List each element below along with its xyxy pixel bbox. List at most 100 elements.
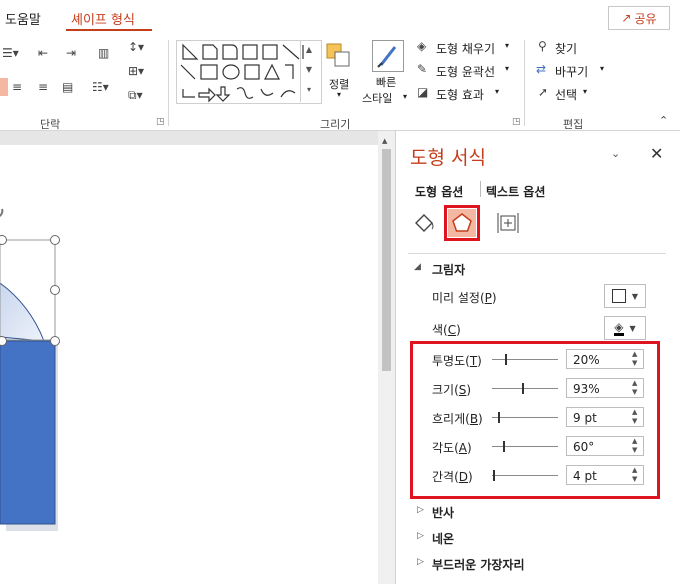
arrange-icon[interactable] [325,42,353,70]
group-label-editing: 편집 [563,118,584,131]
preset-dropdown[interactable]: ▼ [604,284,646,308]
shape-effects-dropdown[interactable]: ▾ [495,87,499,96]
paint-bucket-icon: ◈ [614,319,624,336]
gallery-scroll[interactable]: ▲ ▼ ▾ [300,40,317,102]
fill-line-icon[interactable] [412,211,436,235]
quick-styles-dropdown-icon[interactable]: ▾ [403,92,407,101]
share-icon: ↗ [621,11,632,25]
shadow-slider[interactable] [492,475,558,476]
color-dropdown[interactable]: ◈ ▼ [604,316,646,340]
spinner-arrows-icon[interactable]: ▲ ▼ [632,437,637,455]
tab-help[interactable]: 도움말 [5,9,41,28]
shadow-slider[interactable] [492,359,558,360]
decrease-indent-icon[interactable]: ⇤ [38,46,48,60]
pane-options-dropdown-icon[interactable]: ⌄ [611,147,620,160]
align-left-selected[interactable] [0,78,8,96]
increase-indent-icon[interactable]: ⇥ [66,46,76,60]
chevron-down-icon: ▼ [631,291,639,301]
divider [524,40,525,126]
paragraph-group: ☰▾ ⇤ ⇥ ▥ ↕▾ ⊞▾ ⧉▾ ≡ ≡ ▤ ☷▾ [0,40,168,110]
find-icon[interactable]: ⚲ [538,39,547,53]
spinner-arrows-icon[interactable]: ▲ ▼ [632,379,637,397]
justify-icon[interactable]: ▤ [62,80,73,94]
shape-outline-label[interactable]: 도형 윤곽선 [436,63,495,80]
chevron-down-icon: ▼ [629,323,636,333]
shape-outline-icon[interactable]: ✎ [417,62,427,76]
align-center-icon[interactable]: ≡ [12,80,22,94]
share-button[interactable]: ↗ 공유 [608,6,670,30]
glow-section-header[interactable]: 네온 [432,530,454,547]
drawing-launcher-icon[interactable]: ◳ [512,117,521,127]
shadow-row-label: 투명도(T) [432,354,482,368]
shape-fill-icon[interactable]: ◈ [417,39,426,53]
tab-shape-format[interactable]: 셰이프 형식 [71,9,135,28]
scroll-thumb[interactable] [382,149,391,371]
collapsed-chevron-icon[interactable]: ▷ [417,557,424,567]
vertical-scrollbar[interactable]: ▲ [378,131,395,584]
select-label[interactable]: 선택 [555,86,577,103]
share-label: 공유 [634,11,657,26]
spinner-arrows-icon[interactable]: ▲ ▼ [632,466,637,484]
collapse-ribbon-icon[interactable]: ⌃ [659,114,668,127]
scroll-up-icon[interactable]: ▲ [382,137,387,145]
quick-styles-label-2[interactable]: 스타일 [362,90,392,106]
arrange-icon-svg [326,43,350,67]
tab-text-options[interactable]: 텍스트 옵션 [486,183,545,200]
size-icon-svg [497,213,519,233]
columns-icon[interactable]: ▥ [98,46,109,60]
reflection-section-header[interactable]: 반사 [432,504,454,521]
slider-thumb[interactable] [493,470,495,481]
menu-bar: 도움말 셰이프 형식 ↗ 공유 [0,0,680,34]
quick-styles-icon[interactable] [372,40,404,72]
select-icon[interactable]: ➚ [538,85,548,99]
effects-icon[interactable] [448,209,476,237]
size-properties-icon[interactable] [496,211,520,235]
shadow-section-header[interactable]: 그림자 [432,261,465,278]
shape-outline-dropdown[interactable]: ▾ [505,64,509,73]
shape-fill-dropdown[interactable]: ▾ [505,41,509,50]
shadow-slider[interactable] [492,388,558,389]
align-text-icon[interactable]: ⊞▾ [128,64,144,78]
text-direction-icon[interactable]: ↕▾ [128,40,144,54]
quick-styles-label-1[interactable]: 빠른 [376,74,396,90]
smartart-icon[interactable]: ⧉▾ [128,88,143,103]
arrange-dropdown-icon[interactable]: ▾ [337,90,341,99]
shape-effects-icon[interactable]: ◪ [417,85,428,99]
align-right-icon[interactable]: ≡ [38,80,48,94]
paint-bucket-icon [415,214,434,232]
active-tab-underline [66,29,152,31]
pane-title: 도형 서식 [410,147,486,169]
collapsed-chevron-icon[interactable]: ▷ [417,505,424,515]
shape-effects-label[interactable]: 도형 효과 [436,86,484,103]
brush-icon [377,46,397,68]
spinner-arrows-icon[interactable]: ▲ ▼ [632,408,637,426]
slide[interactable] [0,145,378,584]
shape-fill-label[interactable]: 도형 채우기 [436,40,495,57]
shape-fold [0,282,45,342]
tab-shape-options[interactable]: 도형 옵션 [415,183,463,200]
collapsed-chevron-icon[interactable]: ▷ [417,531,424,541]
paragraph-launcher-icon[interactable]: ◳ [156,117,165,127]
find-label[interactable]: 찾기 [555,40,577,57]
shadow-slider[interactable] [492,446,558,447]
spinner-arrows-icon[interactable]: ▲ ▼ [632,350,637,368]
slider-thumb[interactable] [498,412,500,423]
soft-edges-section-header[interactable]: 부드러운 가장자리 [432,556,525,573]
select-dropdown[interactable]: ▾ [583,87,587,96]
indent-icon[interactable]: ☰▾ [2,46,19,60]
replace-label[interactable]: 바꾸기 [555,63,588,80]
shadow-slider[interactable] [492,417,558,418]
slider-thumb[interactable] [505,354,507,365]
replace-icon[interactable]: ⇄ [536,62,546,76]
pentagon-icon [452,213,472,232]
slider-thumb[interactable] [503,441,505,452]
slider-thumb[interactable] [522,383,524,394]
shape-body [0,340,56,525]
expanded-chevron-icon[interactable]: ◢ [414,262,421,272]
selected-shape[interactable] [0,145,378,584]
resize-handle [0,235,7,245]
close-icon[interactable]: ✕ [650,144,663,163]
line-spacing-icon[interactable]: ☷▾ [92,80,109,94]
replace-dropdown[interactable]: ▾ [600,64,604,73]
resize-handle [0,336,7,346]
